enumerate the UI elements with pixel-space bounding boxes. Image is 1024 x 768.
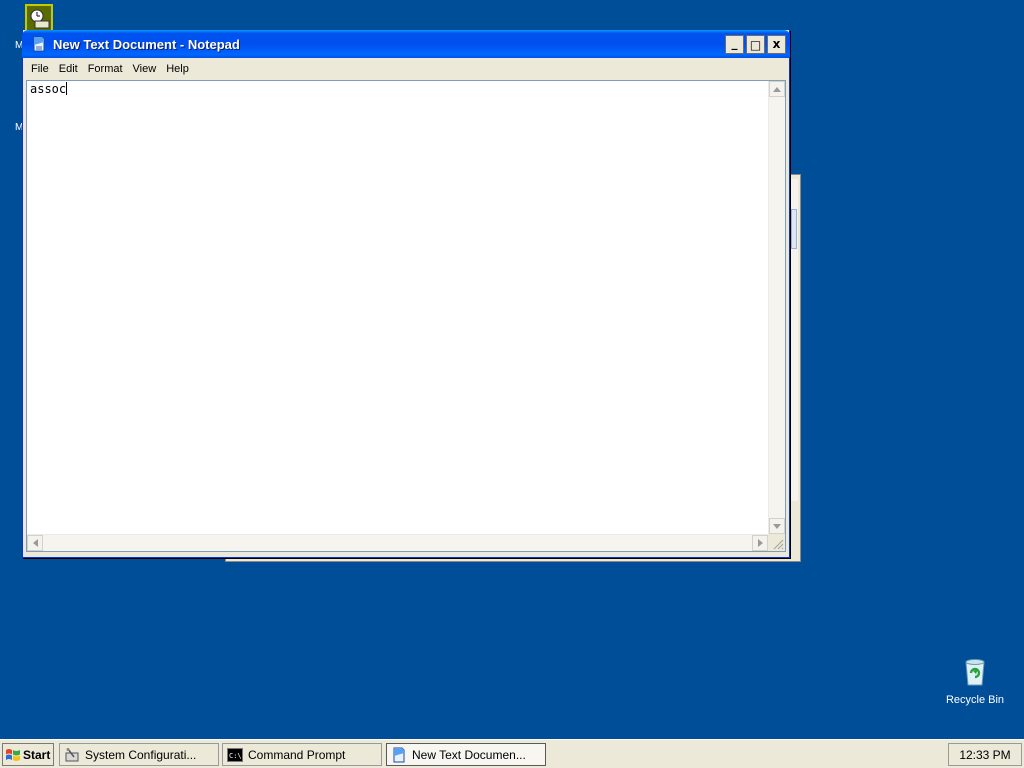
text-editor[interactable]: assoc — [26, 80, 786, 552]
scroll-left-button[interactable] — [27, 535, 43, 551]
window-title: New Text Document - Notepad — [53, 36, 240, 52]
resize-grip-icon — [773, 539, 784, 550]
vertical-scrollbar[interactable] — [768, 81, 785, 534]
taskbar: Start System Configurati... C:\ Command … — [0, 739, 1024, 768]
start-label: Start — [23, 747, 51, 762]
minimize-icon: _ — [731, 35, 738, 50]
menu-format[interactable]: Format — [83, 63, 128, 75]
menu-view[interactable]: View — [128, 63, 162, 75]
task-label: Command Prompt — [248, 747, 346, 762]
start-button[interactable]: Start — [2, 743, 54, 766]
system-config-icon — [65, 747, 79, 761]
editor-content: assoc — [30, 82, 67, 96]
arrow-right-icon — [757, 539, 763, 547]
title-bar[interactable]: New Text Document - Notepad _ □ x — [22, 30, 790, 58]
clock: 12:33 PM — [959, 747, 1011, 762]
arrow-up-icon — [773, 86, 781, 92]
notepad-window: New Text Document - Notepad _ □ x File E… — [22, 30, 790, 558]
arrow-left-icon — [32, 539, 38, 547]
close-button[interactable]: x — [767, 35, 786, 54]
task-notepad[interactable]: New Text Documen... — [386, 743, 546, 766]
scheduled-task-icon[interactable] — [25, 4, 53, 32]
task-label: New Text Documen... — [412, 747, 526, 762]
recycle-bin-icon — [959, 656, 991, 688]
task-command-prompt[interactable]: C:\ Command Prompt — [222, 743, 382, 766]
resize-grip[interactable] — [768, 534, 785, 551]
task-label: System Configurati... — [85, 747, 197, 762]
windows-logo-icon — [6, 748, 20, 761]
menu-bar: File Edit Format View Help — [26, 58, 786, 80]
text-caret — [66, 82, 68, 95]
recycle-bin[interactable]: Recycle Bin — [940, 656, 1010, 706]
recycle-bin-label: Recycle Bin — [945, 694, 1005, 706]
scroll-down-button[interactable] — [769, 518, 785, 534]
menu-edit[interactable]: Edit — [54, 63, 83, 75]
horizontal-scrollbar[interactable] — [27, 534, 768, 551]
close-icon: x — [772, 36, 781, 51]
scroll-up-button[interactable] — [769, 81, 785, 97]
scrollbar-thumb[interactable] — [791, 209, 797, 249]
scroll-right-button[interactable] — [752, 535, 768, 551]
maximize-icon: □ — [749, 37, 762, 52]
command-prompt-icon: C:\ — [227, 747, 243, 762]
maximize-button[interactable]: □ — [746, 35, 765, 54]
system-tray-clock[interactable]: 12:33 PM — [948, 743, 1022, 766]
arrow-down-icon — [773, 523, 781, 529]
background-window-scrollbar[interactable] — [789, 179, 798, 501]
minimize-button[interactable]: _ — [725, 35, 744, 54]
menu-file[interactable]: File — [26, 63, 54, 75]
menu-help[interactable]: Help — [161, 63, 194, 75]
notepad-icon — [33, 36, 45, 52]
svg-text:C:\: C:\ — [229, 752, 242, 760]
task-system-configuration[interactable]: System Configurati... — [59, 743, 219, 766]
notepad-icon — [393, 747, 405, 762]
